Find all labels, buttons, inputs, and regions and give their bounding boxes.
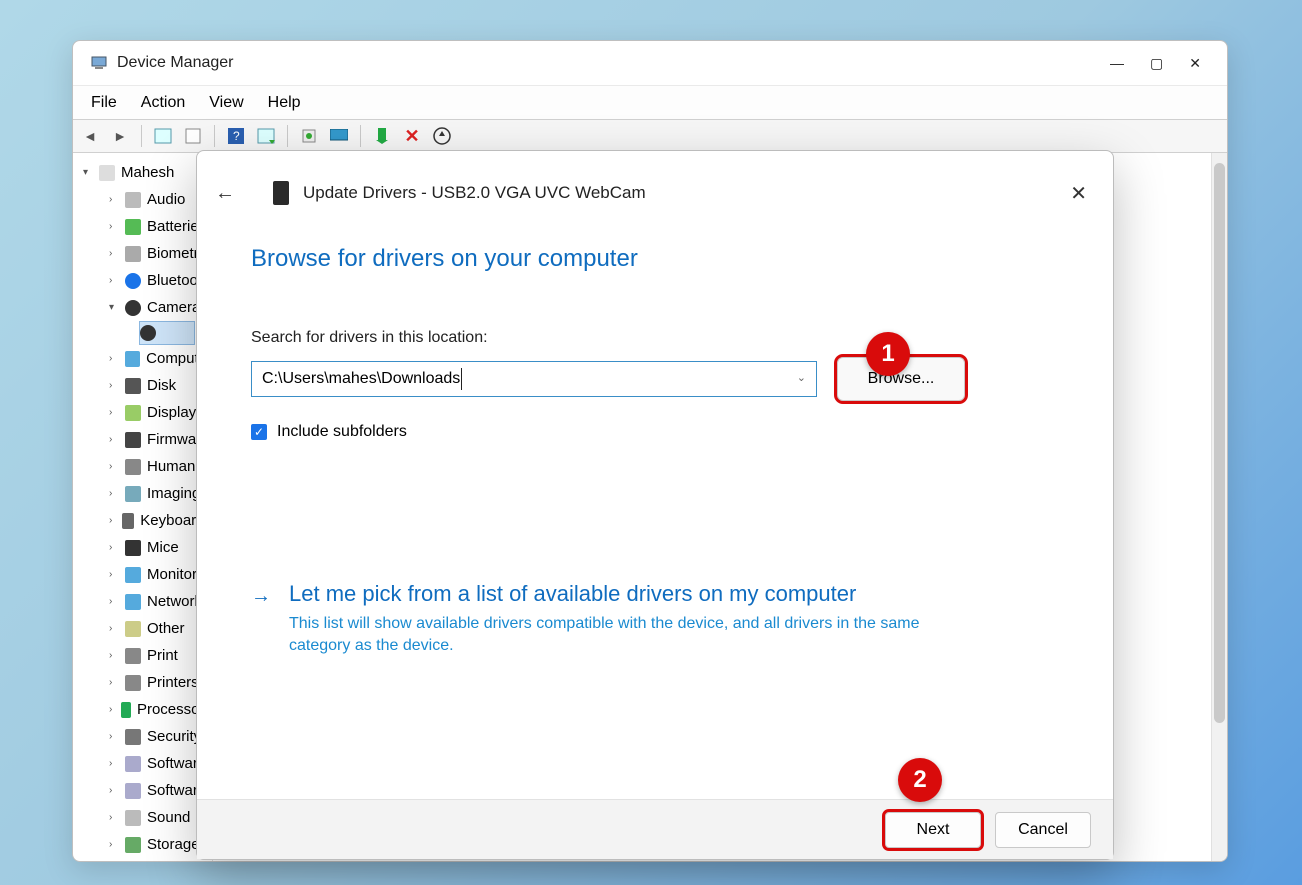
include-subfolders-label: Include subfolders [277, 423, 407, 441]
window-title: Device Manager [117, 54, 234, 72]
path-value: C:\Users\mahes\Downloads [262, 370, 460, 388]
menu-view[interactable]: View [209, 94, 243, 112]
tree-item[interactable]: Disk [147, 377, 176, 394]
include-subfolders-checkbox[interactable]: ✓ [251, 424, 267, 440]
next-button[interactable]: Next [885, 812, 981, 848]
pick-driver-title: Let me pick from a list of available dri… [289, 581, 979, 607]
tree-item[interactable]: Other [147, 620, 185, 637]
tree-item[interactable]: Printers [147, 674, 199, 691]
scrollbar[interactable] [1211, 153, 1227, 861]
titlebar[interactable]: Device Manager — ▢ ✕ [73, 41, 1227, 85]
minimize-button[interactable]: — [1110, 56, 1124, 70]
pick-driver-option[interactable]: → Let me pick from a list of available d… [251, 581, 1059, 658]
tree-item[interactable]: Imaging [147, 485, 200, 502]
tree-item[interactable]: Sound [147, 809, 190, 826]
path-label: Search for drivers in this location: [251, 329, 1059, 347]
cancel-button[interactable]: Cancel [995, 812, 1091, 848]
tree-item[interactable]: Network [147, 593, 202, 610]
tree-item[interactable]: Display [147, 404, 196, 421]
close-button[interactable]: ✕ [1189, 56, 1201, 70]
pick-driver-desc: This list will show available drivers co… [289, 613, 979, 658]
device-tree[interactable]: ▾Mahesh ›Audio ›Batteries ›Biometric ›Bl… [73, 153, 213, 861]
tree-item[interactable]: Human [147, 458, 195, 475]
view-icon[interactable] [152, 125, 174, 147]
enable-icon[interactable] [371, 125, 393, 147]
update-drivers-dialog: ← Update Drivers - USB2.0 VGA UVC WebCam… [196, 150, 1114, 860]
tree-item[interactable]: Security [147, 728, 201, 745]
menu-action[interactable]: Action [141, 94, 185, 112]
annotation-badge-1: 1 [866, 332, 910, 376]
help-icon[interactable]: ? [225, 125, 247, 147]
menu-bar: File Action View Help [73, 85, 1227, 119]
path-input[interactable]: C:\Users\mahes\Downloads ⌄ [251, 361, 817, 397]
properties-icon[interactable] [182, 125, 204, 147]
scan-icon[interactable] [255, 125, 277, 147]
close-icon[interactable]: ✕ [1070, 181, 1093, 206]
menu-file[interactable]: File [91, 94, 117, 112]
app-icon [91, 55, 107, 71]
tree-item[interactable]: Print [147, 647, 178, 664]
back-button[interactable]: ← [215, 182, 235, 205]
annotation-badge-2: 2 [898, 758, 942, 802]
menu-help[interactable]: Help [268, 94, 301, 112]
tree-item[interactable]: Mice [147, 539, 179, 556]
back-icon[interactable]: ◄ [79, 125, 101, 147]
uninstall-icon[interactable]: ✕ [401, 125, 423, 147]
dialog-title: Update Drivers - USB2.0 VGA UVC WebCam [303, 183, 646, 203]
monitor-icon[interactable] [328, 125, 350, 147]
chevron-down-icon[interactable]: ⌄ [797, 371, 806, 384]
svg-text:?: ? [233, 129, 240, 143]
dialog-heading: Browse for drivers on your computer [251, 245, 1059, 273]
maximize-button[interactable]: ▢ [1150, 56, 1163, 70]
update-driver-icon[interactable] [298, 125, 320, 147]
device-icon [273, 181, 289, 205]
arrow-right-icon: → [251, 581, 271, 658]
tree-root[interactable]: Mahesh [121, 164, 174, 181]
forward-icon[interactable]: ► [109, 125, 131, 147]
tree-item[interactable]: Storage [147, 836, 200, 853]
scan-hardware-icon[interactable] [431, 125, 453, 147]
tree-item[interactable]: Audio [147, 191, 185, 208]
toolbar: ◄ ► ? ✕ [73, 119, 1227, 153]
